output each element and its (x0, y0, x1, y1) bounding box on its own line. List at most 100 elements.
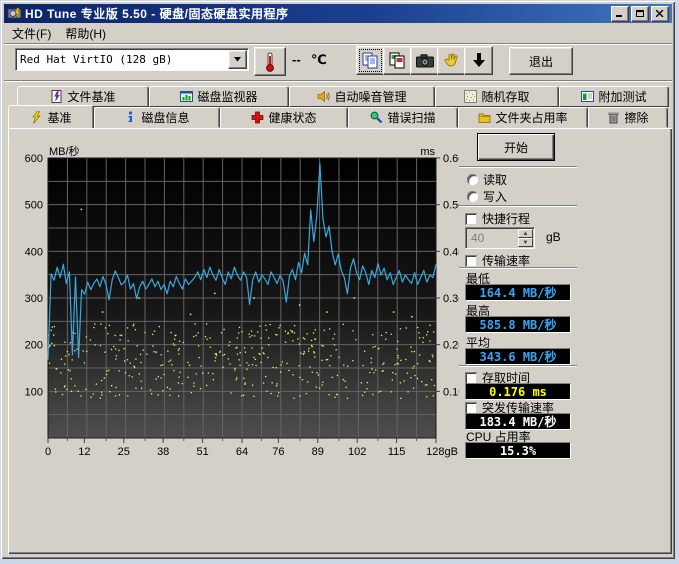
access-time-dot (182, 383, 183, 384)
copy-image-button[interactable] (383, 46, 412, 75)
copy-results-button[interactable] (356, 46, 385, 75)
exit-button[interactable]: 退出 (509, 47, 573, 75)
access-time-dot (53, 334, 54, 335)
access-time-dot (104, 352, 105, 353)
maximize-button[interactable] (631, 6, 649, 22)
tab-label: 错误扫描 (387, 109, 435, 126)
access-time-dot (255, 359, 256, 360)
access-time-dot (156, 378, 157, 379)
tab-disk-info[interactable]: 磁盘信息 (94, 107, 220, 128)
access-time-dot (93, 393, 94, 394)
access-time-dot (173, 343, 174, 344)
right-tick-label: 0.60 (443, 153, 459, 165)
access-time-dot (300, 353, 301, 354)
access-time-value: 0.176 ms (465, 383, 571, 400)
access-time-dot (171, 364, 172, 365)
access-time-dot (64, 386, 65, 387)
access-time-dot (246, 362, 247, 363)
access-time-dot (282, 361, 283, 362)
capacity-spinner[interactable]: 40 ▲ ▼ (465, 227, 535, 249)
minimize-button[interactable] (611, 6, 629, 22)
access-time-dot (285, 342, 286, 343)
access-time-dot (195, 335, 196, 336)
tab-benchmark[interactable]: 基准 (8, 105, 94, 128)
short-stroke-checkbox[interactable] (465, 213, 477, 225)
access-time-dot (259, 326, 260, 327)
access-time-dot (414, 375, 415, 376)
left-tick-label: 300 (25, 293, 43, 305)
access-time-dot (160, 365, 161, 366)
close-button[interactable] (651, 6, 669, 22)
right-axis-unit: ms (420, 146, 435, 158)
access-time-dot (371, 368, 372, 369)
save-results-button[interactable] (464, 46, 493, 75)
capacity-spin-buttons[interactable]: ▲ ▼ (518, 229, 533, 247)
access-time-dot (245, 351, 246, 352)
screenshot-button[interactable] (410, 46, 439, 75)
menu-file[interactable]: 文件(F) (5, 23, 58, 44)
write-radio[interactable] (467, 191, 478, 202)
tab-erase[interactable]: 擦除 (588, 107, 668, 128)
tab-acoustic-management[interactable]: 自动噪音管理 (289, 86, 435, 107)
access-time-dot (193, 336, 194, 337)
access-time-checkbox[interactable] (465, 372, 477, 384)
access-time-dot (398, 357, 399, 358)
tab-file-benchmark[interactable]: 文件基准 (17, 86, 149, 107)
burst-rate-checkbox[interactable] (465, 402, 477, 414)
access-time-dot (397, 349, 398, 350)
access-time-dot (258, 353, 259, 354)
cpu-usage-value: 15.3% (465, 442, 571, 459)
tab-error-scan[interactable]: 错误扫描 (348, 107, 458, 128)
left-tick-label: 400 (25, 246, 43, 258)
access-time-dot (378, 348, 379, 349)
tab-label: 附加测试 (598, 88, 646, 105)
spin-down-icon[interactable]: ▼ (518, 238, 533, 247)
temperature-button[interactable] (254, 47, 286, 76)
start-button[interactable]: 开始 (477, 133, 555, 161)
right-tick-label: 0.40 (443, 246, 459, 258)
x-tick-label: 89 (312, 446, 324, 458)
access-time-dot (193, 382, 194, 383)
access-time-dot (330, 355, 331, 356)
short-stroke-option[interactable]: 快捷行程 (465, 210, 530, 227)
access-time-dot (240, 352, 241, 353)
spin-up-icon[interactable]: ▲ (518, 229, 533, 238)
read-option[interactable]: 读取 (467, 171, 507, 188)
access-time-dot (202, 373, 203, 374)
access-time-dot (425, 384, 426, 385)
x-tick-label: 25 (118, 446, 130, 458)
drive-select-dropdown-button[interactable] (228, 50, 247, 69)
access-time-dot (429, 340, 430, 341)
access-time-dot (249, 336, 250, 337)
benchmark-icon (30, 111, 43, 124)
window-title: HD Tune 专业版 5.50 - 硬盘/固态硬盘实用程序 (25, 5, 611, 22)
access-time-dot (100, 323, 101, 324)
write-option[interactable]: 写入 (467, 188, 507, 205)
access-time-dot (371, 358, 372, 359)
access-time-dot (314, 356, 315, 357)
read-radio[interactable] (467, 174, 478, 185)
transfer-rate-checkbox[interactable] (465, 255, 477, 267)
health-icon (251, 111, 264, 124)
right-tick-label: 0.50 (443, 200, 459, 212)
hand-button[interactable] (437, 46, 466, 75)
tab-health[interactable]: 健康状态 (220, 107, 348, 128)
access-time-dot (106, 370, 107, 371)
disk-monitor-icon (180, 90, 193, 103)
menu-help[interactable]: 帮助(H) (58, 23, 113, 44)
access-time-dot (230, 392, 231, 393)
access-time-dot (205, 336, 206, 337)
random-access-icon (464, 90, 477, 103)
left-tick-label: 500 (25, 200, 43, 212)
access-time-dot (127, 359, 128, 360)
tab-folder-usage[interactable]: 文件夹占用率 (458, 107, 588, 128)
tab-extra-tests[interactable]: 附加测试 (559, 86, 669, 107)
access-time-dot (178, 350, 179, 351)
access-time-dot (383, 362, 384, 363)
access-time-dot (352, 330, 353, 331)
drive-select[interactable]: Red Hat VirtIO (128 gB) (15, 48, 249, 71)
access-time-dot (412, 367, 413, 368)
tab-disk-monitor[interactable]: 磁盘监视器 (149, 86, 289, 107)
tab-random-access[interactable]: 随机存取 (435, 86, 559, 107)
access-time-dot (140, 354, 141, 355)
